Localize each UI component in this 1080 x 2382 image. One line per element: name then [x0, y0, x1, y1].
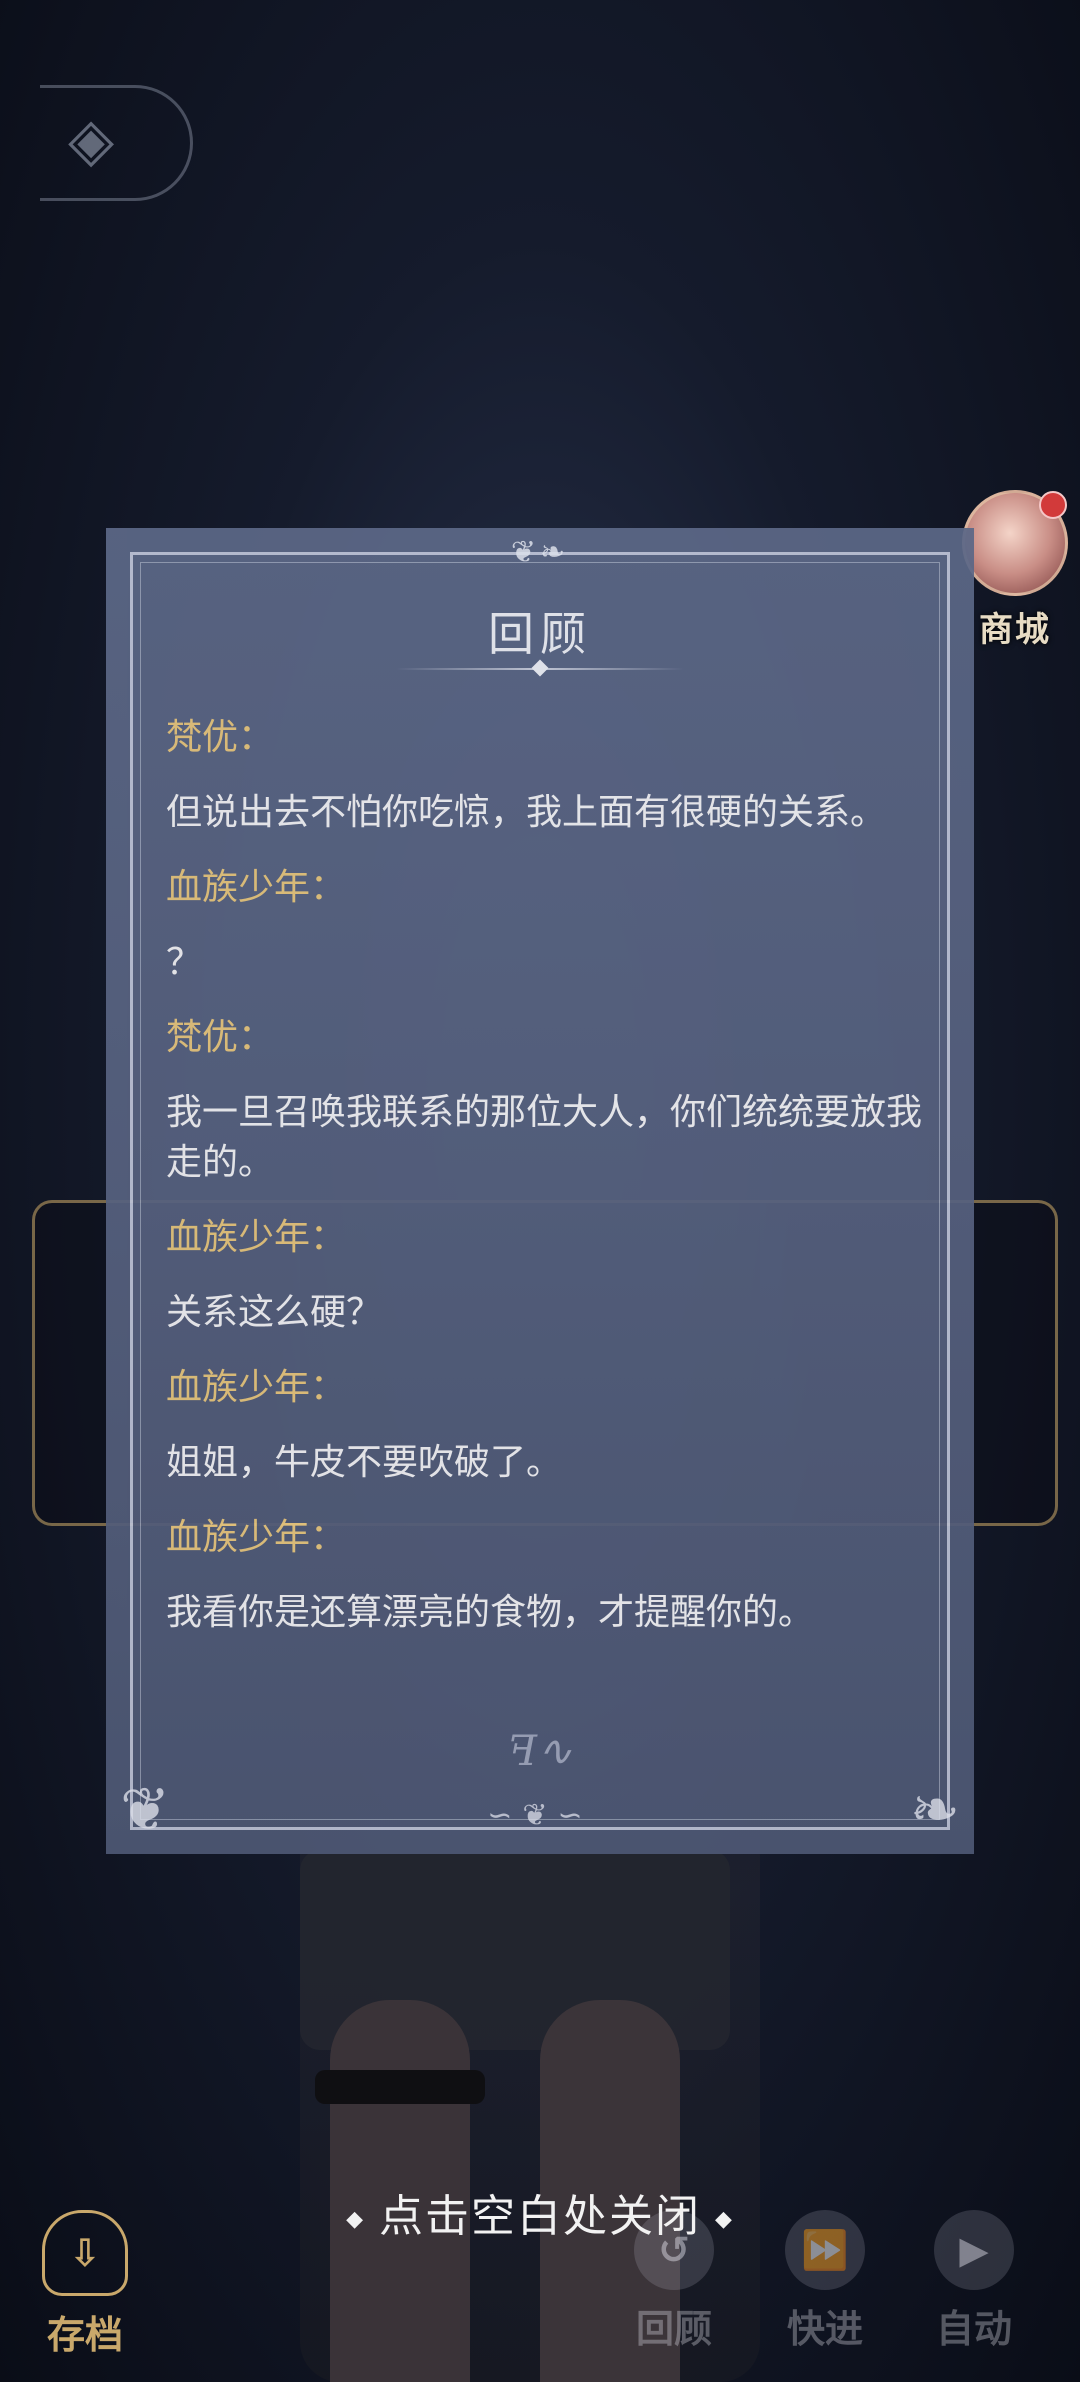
shop-button[interactable]: 商城 — [960, 490, 1070, 650]
back-button[interactable]: ◈ — [40, 85, 193, 201]
diamond-right-icon: ◆ — [715, 2206, 734, 2232]
review-title: 回顾 — [488, 607, 592, 661]
fast-forward-label: 快进 — [786, 2307, 863, 2351]
log-speaker: 梵优： — [166, 1017, 275, 1058]
log-speaker: 血族少年： — [166, 867, 347, 908]
save-label: 存档 — [46, 2313, 123, 2357]
log-speaker: 血族少年： — [166, 1367, 347, 1408]
log-text: 我一旦召唤我联系的那位大人，你们统统要放我走的。 — [166, 1092, 923, 1183]
log-text: 关系这么硬？ — [166, 1292, 383, 1333]
shop-label: 商城 — [979, 610, 1051, 650]
log-text: 姐姐，牛皮不要吹破了。 — [166, 1442, 563, 1483]
auto-label: 自动 — [935, 2307, 1012, 2351]
notification-dot — [1039, 491, 1067, 519]
close-hint[interactable]: ◆ 点击空白处关闭 ◆ — [0, 2180, 1080, 2244]
top-ornament: ❦❧ — [510, 535, 570, 570]
review-panel: ❦❧ ❦ ❧ 回顾 梵优： 但说出去不怕你吃惊，我上面有很硬的关系。 血族少年：… — [106, 528, 974, 1854]
game-logo: ꟻ∿ — [507, 1726, 573, 1775]
log-speaker: 血族少年： — [166, 1217, 347, 1258]
log-text: 我看你是还算漂亮的食物，才提醒你的。 — [166, 1592, 815, 1633]
review-log[interactable]: 梵优： 但说出去不怕你吃惊，我上面有很硬的关系。 血族少年： ？ 梵优： 我一旦… — [166, 713, 926, 1663]
shop-avatar — [962, 490, 1068, 596]
diamond-left-icon: ◆ — [346, 2206, 365, 2232]
log-text: 但说出去不怕你吃惊，我上面有很硬的关系。 — [166, 792, 887, 833]
back-arrow-icon: ◈ — [68, 105, 115, 175]
bottom-ornament: ∽❦∽ — [487, 1798, 593, 1833]
review-label: 回顾 — [635, 2307, 712, 2351]
thigh-strap — [315, 2070, 485, 2104]
close-hint-text: 点击空白处关闭 — [379, 2191, 701, 2242]
log-speaker: 血族少年： — [166, 1517, 347, 1558]
log-speaker: 梵优： — [166, 717, 275, 758]
log-text: ？ — [166, 942, 203, 983]
